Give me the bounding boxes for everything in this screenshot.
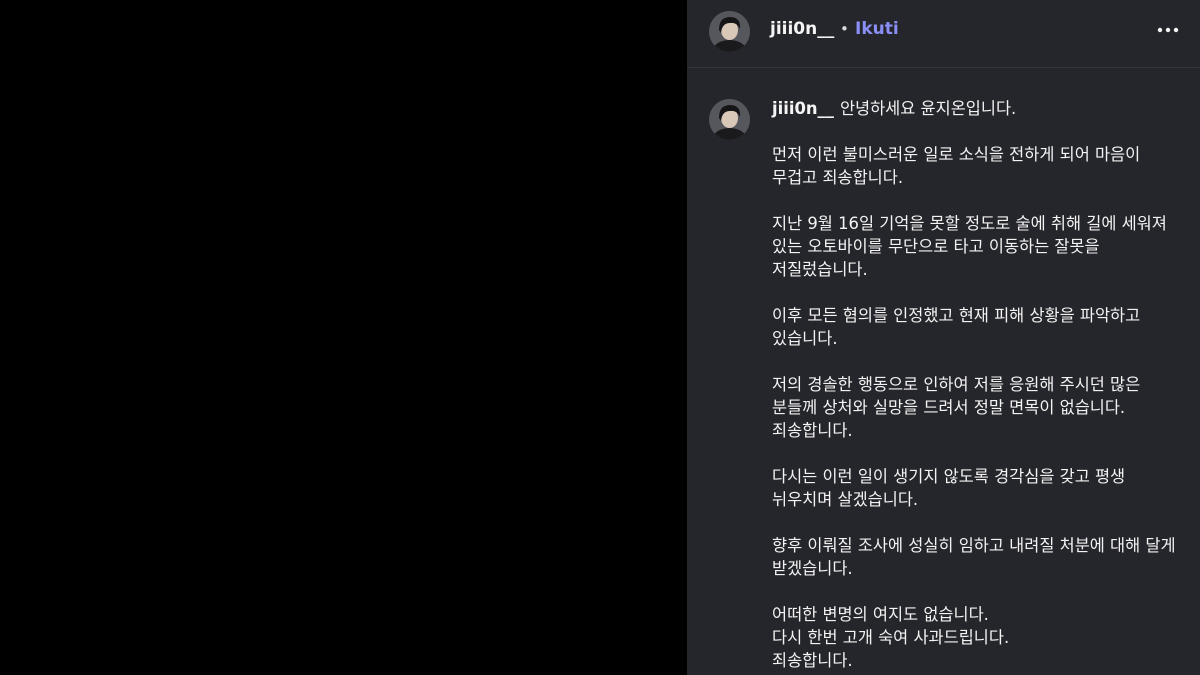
caption-paragraph: 지난 9월 16일 기억을 못할 정도로 술에 취해 길에 세워져 있는 오토바…: [772, 214, 1167, 279]
more-options-icon[interactable]: [1156, 20, 1180, 40]
caption-paragraph: 향후 이뤄질 조사에 성실히 임하고 내려질 처분에 대해 달게 받겠습니다.: [772, 536, 1176, 578]
caption-avatar[interactable]: [709, 99, 750, 140]
post-side-panel: jiii0n__ • Ikuti jiii0n__ 안녕하세요 윤지온입니다. 먼…: [687, 0, 1200, 675]
caption-first-line: jiii0n__ 안녕하세요 윤지온입니다.: [772, 97, 1190, 120]
follow-button[interactable]: Ikuti: [855, 18, 899, 40]
caption-paragraph: 이후 모든 혐의를 인정했고 현재 피해 상황을 파악하고 있습니다.: [772, 306, 1141, 348]
caption-greeting: 안녕하세요 윤지온입니다.: [839, 99, 1017, 118]
caption-text: jiii0n__ 안녕하세요 윤지온입니다. 먼저 이런 불미스러운 일로 소식을…: [772, 97, 1190, 672]
post-header: jiii0n__ • Ikuti: [687, 0, 1200, 68]
separator-dot: •: [840, 20, 849, 38]
header-username[interactable]: jiii0n__: [770, 18, 834, 40]
caption-paragraph: 저의 경솔한 행동으로 인하여 저를 응원해 주시던 많은 분들께 상처와 실망…: [772, 375, 1141, 440]
header-avatar[interactable]: [709, 11, 750, 52]
caption-username[interactable]: jiii0n__: [772, 99, 834, 118]
caption-paragraph: 어떠한 변명의 여지도 없습니다. 다시 한번 고개 숙여 사과드립니다. 죄송…: [772, 605, 1010, 670]
caption-paragraph: 먼저 이런 불미스러운 일로 소식을 전하게 되어 마음이 무겁고 죄송합니다.: [772, 145, 1141, 187]
post-media-area: [0, 0, 687, 675]
caption-paragraph: 다시는 이런 일이 생기지 않도록 경각심을 갖고 평생 뉘우치며 살겠습니다.: [772, 467, 1126, 509]
